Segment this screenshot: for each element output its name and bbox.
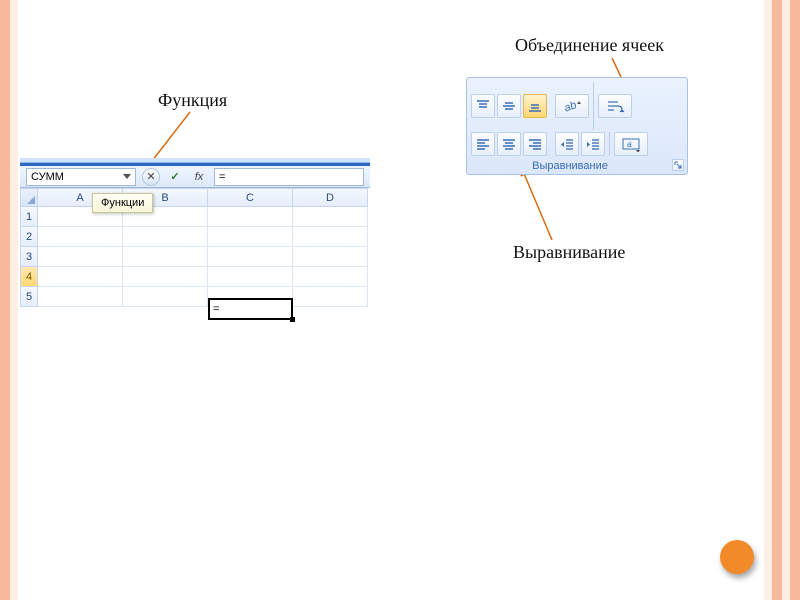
annotation-alignment: Выравнивание — [513, 242, 625, 263]
col-header[interactable]: D — [293, 188, 368, 207]
select-all-corner[interactable] — [20, 188, 38, 207]
col-header[interactable]: C — [208, 188, 293, 207]
slide-nav-dot[interactable] — [720, 540, 754, 574]
cell[interactable] — [208, 247, 293, 267]
cell[interactable] — [38, 287, 123, 307]
insert-function-button[interactable]: fx — [190, 168, 208, 186]
cell[interactable] — [293, 207, 368, 227]
align-top-button[interactable] — [471, 94, 495, 118]
slide-band-outer-right — [790, 0, 800, 600]
cell[interactable] — [123, 287, 208, 307]
row-header[interactable]: 1 — [20, 207, 38, 227]
cell[interactable] — [293, 227, 368, 247]
ribbon-alignment-group: ab a — [466, 77, 688, 175]
cell[interactable] — [123, 247, 208, 267]
fill-handle[interactable] — [290, 317, 295, 322]
check-icon: ✓ — [170, 170, 179, 183]
orientation-button[interactable]: ab — [555, 94, 589, 118]
spreadsheet-grid: 1 2 3 4 5 A B C D — [20, 188, 370, 307]
orientation-icon: ab — [562, 98, 582, 114]
active-cell[interactable]: = — [208, 298, 293, 320]
ribbon-group-title: Выравнивание — [467, 160, 673, 172]
cell[interactable] — [208, 207, 293, 227]
formula-input[interactable]: = — [214, 168, 364, 186]
align-top-icon — [475, 98, 491, 114]
align-right-icon — [527, 136, 543, 152]
x-icon: ✕ — [146, 170, 155, 183]
cell[interactable] — [38, 227, 123, 247]
cell[interactable] — [123, 267, 208, 287]
align-middle-button[interactable] — [497, 94, 521, 118]
align-left-icon — [475, 136, 491, 152]
align-bottom-icon — [527, 98, 543, 114]
formula-bar: СУММ ✕ ✓ fx = — [20, 166, 370, 188]
decrease-indent-icon — [559, 136, 575, 152]
cell[interactable] — [293, 287, 368, 307]
formula-input-value: = — [219, 171, 225, 183]
name-box-dropdown-icon[interactable] — [123, 174, 131, 179]
wrap-text-button[interactable] — [598, 94, 632, 118]
name-box[interactable]: СУММ — [26, 168, 136, 186]
row-header[interactable]: 3 — [20, 247, 38, 267]
cell[interactable] — [208, 267, 293, 287]
merge-center-button[interactable]: a — [614, 132, 648, 156]
cell[interactable] — [293, 267, 368, 287]
row-header-active[interactable]: 4 — [20, 267, 38, 287]
row-header[interactable]: 5 — [20, 287, 38, 307]
slide-band-outer-left — [0, 0, 10, 600]
separator — [609, 132, 610, 156]
increase-indent-icon — [585, 136, 601, 152]
svg-text:a: a — [627, 140, 632, 149]
separator — [593, 82, 594, 130]
cell[interactable] — [38, 267, 123, 287]
arrow-alignment — [520, 164, 552, 240]
wrap-text-icon — [605, 98, 625, 114]
increase-indent-button[interactable] — [581, 132, 605, 156]
excel-fragment: СУММ ✕ ✓ fx = 1 2 3 4 5 A B C D — [20, 158, 370, 307]
merge-center-icon: a — [621, 136, 641, 152]
align-bottom-button[interactable] — [523, 94, 547, 118]
align-center-icon — [501, 136, 517, 152]
cancel-formula-button[interactable]: ✕ — [142, 168, 160, 186]
slide-band-inner-right — [782, 0, 790, 600]
dialog-launcher-button[interactable] — [672, 159, 684, 171]
enter-formula-button[interactable]: ✓ — [166, 168, 184, 186]
cell[interactable] — [123, 227, 208, 247]
cell[interactable] — [38, 247, 123, 267]
align-center-button[interactable] — [497, 132, 521, 156]
slide-band-strip-right — [772, 0, 782, 600]
align-left-button[interactable] — [471, 132, 495, 156]
svg-text:ab: ab — [563, 99, 579, 114]
decrease-indent-button[interactable] — [555, 132, 579, 156]
align-middle-icon — [501, 98, 517, 114]
functions-tooltip: Функции — [92, 193, 153, 213]
cell[interactable] — [293, 247, 368, 267]
dialog-launcher-icon — [674, 161, 682, 169]
cell[interactable] — [208, 227, 293, 247]
align-right-button[interactable] — [523, 132, 547, 156]
slide-band-strip-right-2 — [764, 0, 772, 600]
row-header[interactable]: 2 — [20, 227, 38, 247]
slide-band-inner-left — [10, 0, 18, 600]
annotation-function: Функция — [158, 90, 227, 111]
fx-icon: fx — [195, 171, 204, 183]
name-box-value: СУММ — [31, 171, 64, 183]
active-cell-value: = — [213, 303, 219, 315]
annotation-merge-cells: Объединение ячеек — [515, 35, 664, 56]
